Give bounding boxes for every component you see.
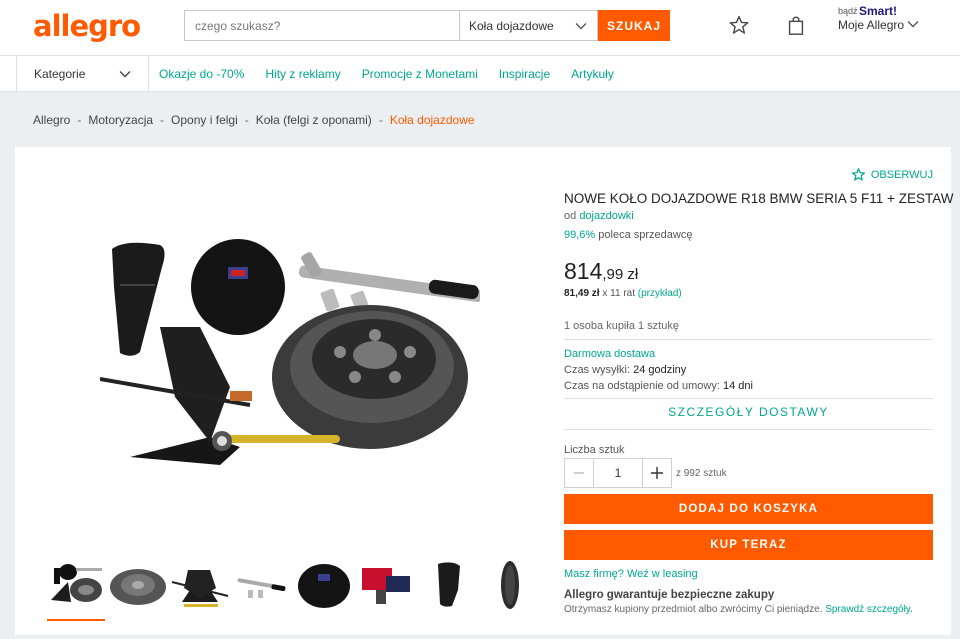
observe-button[interactable]: OBSERWUJ <box>851 167 933 182</box>
product-price: 814,99 zł <box>564 258 638 285</box>
chevron-down-icon <box>119 71 131 78</box>
thumbnail[interactable] <box>107 557 169 613</box>
search-button[interactable]: SZUKAJ <box>598 10 670 41</box>
seller-prefix: od <box>564 210 577 222</box>
thumbnail[interactable] <box>231 557 293 613</box>
nav-link-okazje[interactable]: Okazje do -70% <box>159 67 244 81</box>
breadcrumb-item[interactable]: Allegro <box>33 113 70 127</box>
return-period: Czas na odstąpienie od umowy: 14 dni <box>564 380 753 392</box>
categories-dropdown[interactable]: Kategorie <box>16 56 149 92</box>
nav-links: Okazje do -70% Hity z reklamy Promocje z… <box>159 56 635 92</box>
category-select[interactable]: Koła dojazdowe <box>459 10 598 41</box>
quantity-label: Liczba sztuk <box>564 444 625 456</box>
plus-icon <box>651 467 663 479</box>
price-main: 814 <box>564 258 603 284</box>
installment-info: 81,49 zł x 11 rat (przykład) <box>564 288 682 299</box>
installment-text: x 11 rat <box>602 288 635 299</box>
free-delivery: Darmowa dostawa <box>564 348 656 360</box>
breadcrumb-separator: - <box>378 113 383 127</box>
divider <box>564 339 933 340</box>
breadcrumb-current: Koła dojazdowe <box>389 113 475 127</box>
nav-link-promocje[interactable]: Promocje z Monetami <box>362 67 478 81</box>
breadcrumb-separator: - <box>160 113 165 127</box>
product-card: OBSERWUJ NOWE KOŁO DOJAZDOWE R18 BMW SER… <box>15 147 954 635</box>
minus-icon <box>574 472 584 474</box>
divider <box>564 429 933 430</box>
installment-amount: 81,49 zł <box>564 288 600 299</box>
guarantee-description: Otrzymasz kupiony przedmiot albo zwrócim… <box>564 604 823 615</box>
shipping-time-value: 24 godziny <box>633 364 687 376</box>
bought-count: 1 osoba kupiła 1 sztukę <box>564 320 679 332</box>
buy-now-button[interactable]: KUP TERAZ <box>564 530 933 560</box>
product-title: NOWE KOŁO DOJAZDOWE R18 BMW SERIA 5 F11 … <box>564 191 954 206</box>
search-input[interactable]: czego szukasz? <box>184 10 460 41</box>
quantity-increase-button[interactable] <box>642 458 672 488</box>
quantity-available: z 992 sztuk <box>676 468 727 479</box>
seller-info: od dojazdowki <box>564 210 634 222</box>
smart-label[interactable]: Smart! <box>859 4 897 18</box>
guarantee-text: Otrzymasz kupiony przedmiot albo zwrócim… <box>564 604 913 615</box>
shipping-time-label: Czas wysyłki: <box>564 364 631 376</box>
chevron-down-icon[interactable] <box>906 17 920 31</box>
categories-label: Kategorie <box>34 67 86 81</box>
thumbnail[interactable] <box>479 557 541 613</box>
shopping-bag-icon[interactable] <box>785 14 807 36</box>
thumbnail[interactable] <box>45 557 107 621</box>
shipping-time: Czas wysyłki: 24 godziny <box>564 364 686 376</box>
breadcrumb-item[interactable]: Koła (felgi z oponami) <box>256 113 372 127</box>
star-outline-icon <box>851 168 865 181</box>
smart-prefix: bądź <box>838 6 858 16</box>
nav-link-artykuly[interactable]: Artykuły <box>571 67 614 81</box>
seller-rating: 99,6% poleca sprzedawcę <box>564 229 692 241</box>
delivery-details-button[interactable]: SZCZEGÓŁY DOSTAWY <box>564 405 933 419</box>
category-select-value: Koła dojazdowe <box>469 18 554 33</box>
allegro-logo[interactable]: allegro <box>33 9 141 43</box>
rating-percent: 99,6% <box>564 229 596 241</box>
category-nav: Kategorie Okazje do -70% Hity z reklamy … <box>0 56 960 92</box>
top-header: allegro czego szukasz? Koła dojazdowe SZ… <box>0 0 960 56</box>
guarantee-details-link[interactable]: Sprawdź szczegóły. <box>825 604 913 615</box>
price-cents: ,99 zł <box>602 266 639 283</box>
thumbnail-strip <box>45 557 541 621</box>
quantity-input[interactable]: 1 <box>594 458 642 488</box>
return-period-label: Czas na odstąpienie od umowy: <box>564 380 720 392</box>
breadcrumb-separator: - <box>77 113 82 127</box>
chevron-down-icon <box>575 22 587 29</box>
nav-link-hity[interactable]: Hity z reklamy <box>265 67 340 81</box>
guarantee-title: Allegro gwarantuje bezpieczne zakupy <box>564 589 775 601</box>
observe-label: OBSERWUJ <box>870 168 933 181</box>
seller-link[interactable]: dojazdowki <box>579 210 633 222</box>
star-icon[interactable] <box>728 14 750 36</box>
breadcrumb-separator: - <box>244 113 249 127</box>
installment-example-link[interactable]: (przykład) <box>638 288 682 299</box>
breadcrumb-item[interactable]: Opony i felgi <box>171 113 238 127</box>
breadcrumb-item[interactable]: Motoryzacja <box>88 113 153 127</box>
add-to-cart-button[interactable]: DODAJ DO KOSZYKA <box>564 494 933 524</box>
divider <box>564 398 933 399</box>
thumbnail[interactable] <box>293 557 355 613</box>
account-menu[interactable]: Moje Allegro <box>838 18 904 32</box>
thumbnail[interactable] <box>169 557 231 613</box>
leasing-link[interactable]: Masz firmę? Weź w leasing <box>564 568 698 580</box>
thumbnail[interactable] <box>355 557 417 613</box>
rating-text: poleca sprzedawcę <box>598 229 693 241</box>
quantity-stepper: 1 <box>564 458 672 488</box>
return-period-value: 14 dni <box>723 380 753 392</box>
quantity-decrease-button[interactable] <box>564 458 594 488</box>
thumbnail[interactable] <box>417 557 479 613</box>
nav-link-inspiracje[interactable]: Inspiracje <box>499 67 550 81</box>
breadcrumb: Allegro - Motoryzacja - Opony i felgi - … <box>33 113 475 127</box>
product-main-image[interactable] <box>100 227 480 487</box>
